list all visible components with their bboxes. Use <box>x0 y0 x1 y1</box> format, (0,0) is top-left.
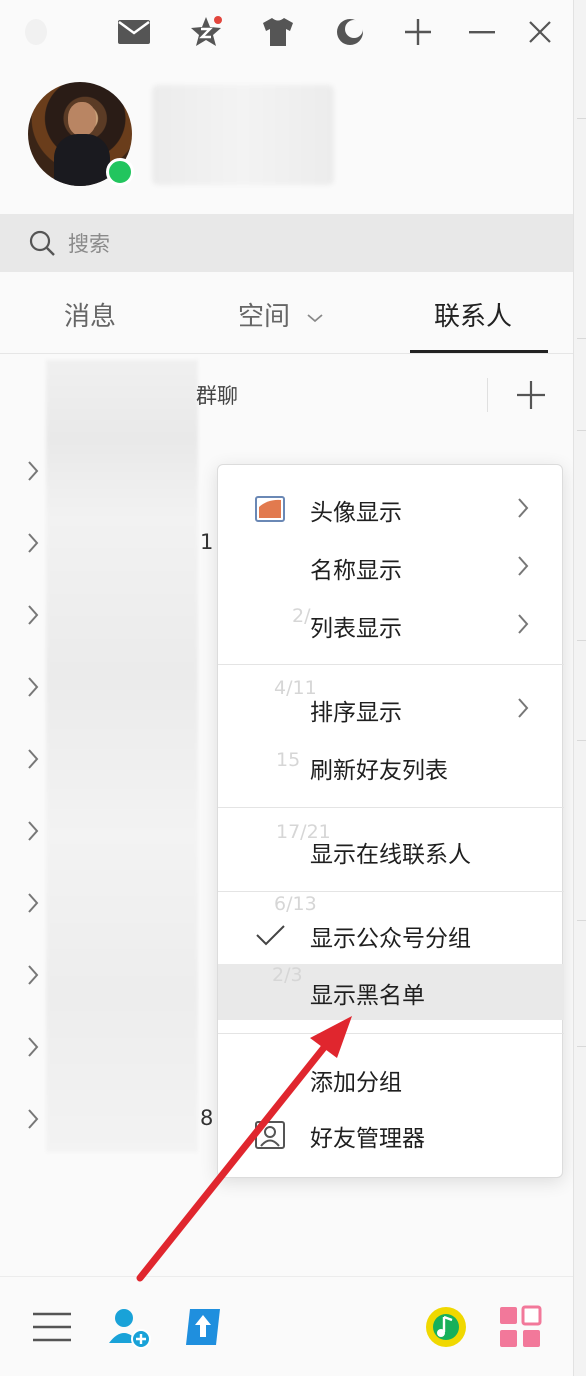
group-chat-divider <box>487 378 488 412</box>
menu-item-show-official-accounts[interactable]: 显示公众号分组 <box>218 907 564 961</box>
tab-qzone-label: 空间 <box>238 302 291 332</box>
menu-separator <box>218 807 564 808</box>
group-expand-chevron-icon[interactable] <box>26 604 40 626</box>
group-expand-chevron-icon[interactable] <box>26 460 40 482</box>
title-bar <box>0 0 573 70</box>
chevron-down-icon <box>307 313 323 322</box>
menu-item-show-blacklist[interactable]: 2/3 显示黑名单 <box>218 964 564 1020</box>
menu-item-label: 显示黑名单 <box>310 983 425 1009</box>
qq-logo-icon <box>16 14 56 54</box>
menu-item-label: 好友管理器 <box>310 1126 425 1152</box>
main-menu-icon[interactable] <box>30 1305 74 1349</box>
friend-manager-icon <box>255 1121 285 1149</box>
avatar-display-icon <box>255 496 285 522</box>
qzone-star-icon[interactable] <box>186 12 226 52</box>
edge-tick <box>577 1046 586 1047</box>
menu-item-label: 显示公众号分组 <box>310 926 471 952</box>
tab-contacts[interactable]: 联系人 <box>434 296 512 333</box>
row-count-fragment: 8 <box>200 1106 214 1130</box>
menu-separator <box>218 1033 564 1034</box>
apps-grid-icon[interactable] <box>498 1305 542 1349</box>
group-expand-chevron-icon[interactable] <box>26 892 40 914</box>
row-count-fragment: 1 <box>200 530 214 554</box>
menu-separator <box>218 664 564 665</box>
group-chat-label[interactable]: 群聊 <box>196 380 238 410</box>
menu-item-label: 刷新好友列表 <box>310 758 448 784</box>
chevron-right-icon <box>518 556 529 576</box>
group-expand-chevron-icon[interactable] <box>26 748 40 770</box>
edge-tick <box>577 640 586 641</box>
contact-list-blurred <box>46 360 198 1152</box>
edge-tick <box>577 430 586 431</box>
group-expand-chevron-icon[interactable] <box>26 676 40 698</box>
group-expand-chevron-icon[interactable] <box>26 820 40 842</box>
search-icon <box>29 230 55 256</box>
group-expand-chevron-icon[interactable] <box>26 964 40 986</box>
menu-item-label: 列表显示 <box>310 616 402 642</box>
search-bar[interactable]: 搜索 <box>0 214 573 272</box>
tabs-divider <box>0 353 573 354</box>
underlying-count: 2/3 <box>272 964 303 986</box>
group-expand-chevron-icon[interactable] <box>26 532 40 554</box>
chevron-right-icon <box>518 498 529 518</box>
add-group-chat-button[interactable] <box>512 376 550 414</box>
menu-item-add-group[interactable]: 添加分组 <box>218 1051 564 1105</box>
tab-messages[interactable]: 消息 <box>64 296 116 333</box>
file-transfer-icon[interactable] <box>182 1305 226 1349</box>
pin-plus-icon[interactable] <box>398 12 438 52</box>
edge-tick <box>577 118 586 119</box>
group-expand-chevron-icon[interactable] <box>26 1108 40 1130</box>
menu-item-label: 添加分组 <box>310 1070 402 1096</box>
theme-moon-icon[interactable] <box>330 12 370 52</box>
menu-item-label: 排序显示 <box>310 700 402 726</box>
menu-item-refresh-friends[interactable]: 刷新好友列表 <box>218 739 564 793</box>
search-placeholder: 搜索 <box>68 232 110 256</box>
bottom-toolbar <box>0 1276 573 1376</box>
menu-item-show-online[interactable]: 显示在线联系人 <box>218 823 564 877</box>
avatar-photo-head <box>68 102 96 136</box>
menu-item-sort-display[interactable]: 排序显示 <box>218 681 564 735</box>
menu-item-friend-manager[interactable]: 好友管理器 <box>218 1107 564 1161</box>
minimize-icon[interactable] <box>462 12 502 52</box>
menu-item-label: 名称显示 <box>310 558 402 584</box>
background-window-edge <box>573 0 586 1376</box>
menu-item-name-display[interactable]: 名称显示 <box>218 539 564 593</box>
mail-icon[interactable] <box>114 12 154 52</box>
chevron-right-icon <box>518 614 529 634</box>
contacts-context-menu: 2/ 4/11 15 17/21 6/13 头像显示 名称显示 列表显示 排序显… <box>217 464 564 1178</box>
qq-main-window: 搜索 消息 空间 联系人 群聊 1 8 2/ 4/11 15 17/21 6/1… <box>0 0 573 1376</box>
menu-item-label: 头像显示 <box>310 500 402 526</box>
checkmark-icon <box>256 925 285 946</box>
tab-qzone[interactable]: 空间 <box>238 296 324 333</box>
menu-separator <box>218 891 564 892</box>
qq-music-icon[interactable] <box>424 1305 468 1349</box>
chevron-right-icon <box>518 698 529 718</box>
menu-item-label: 显示在线联系人 <box>310 842 471 868</box>
menu-item-avatar-display[interactable]: 头像显示 <box>218 481 564 535</box>
profile-name-blurred[interactable] <box>152 85 334 185</box>
group-expand-chevron-icon[interactable] <box>26 1036 40 1058</box>
edge-tick <box>577 920 586 921</box>
avatar-photo-body <box>54 134 110 186</box>
edge-tick <box>577 740 586 741</box>
plus-icon <box>517 381 545 409</box>
online-status-icon[interactable] <box>106 158 134 186</box>
close-icon[interactable] <box>520 12 560 52</box>
skin-shirt-icon[interactable] <box>258 12 298 52</box>
add-contact-icon[interactable] <box>106 1305 151 1349</box>
edge-tick <box>577 338 586 339</box>
menu-item-list-display[interactable]: 列表显示 <box>218 597 564 651</box>
